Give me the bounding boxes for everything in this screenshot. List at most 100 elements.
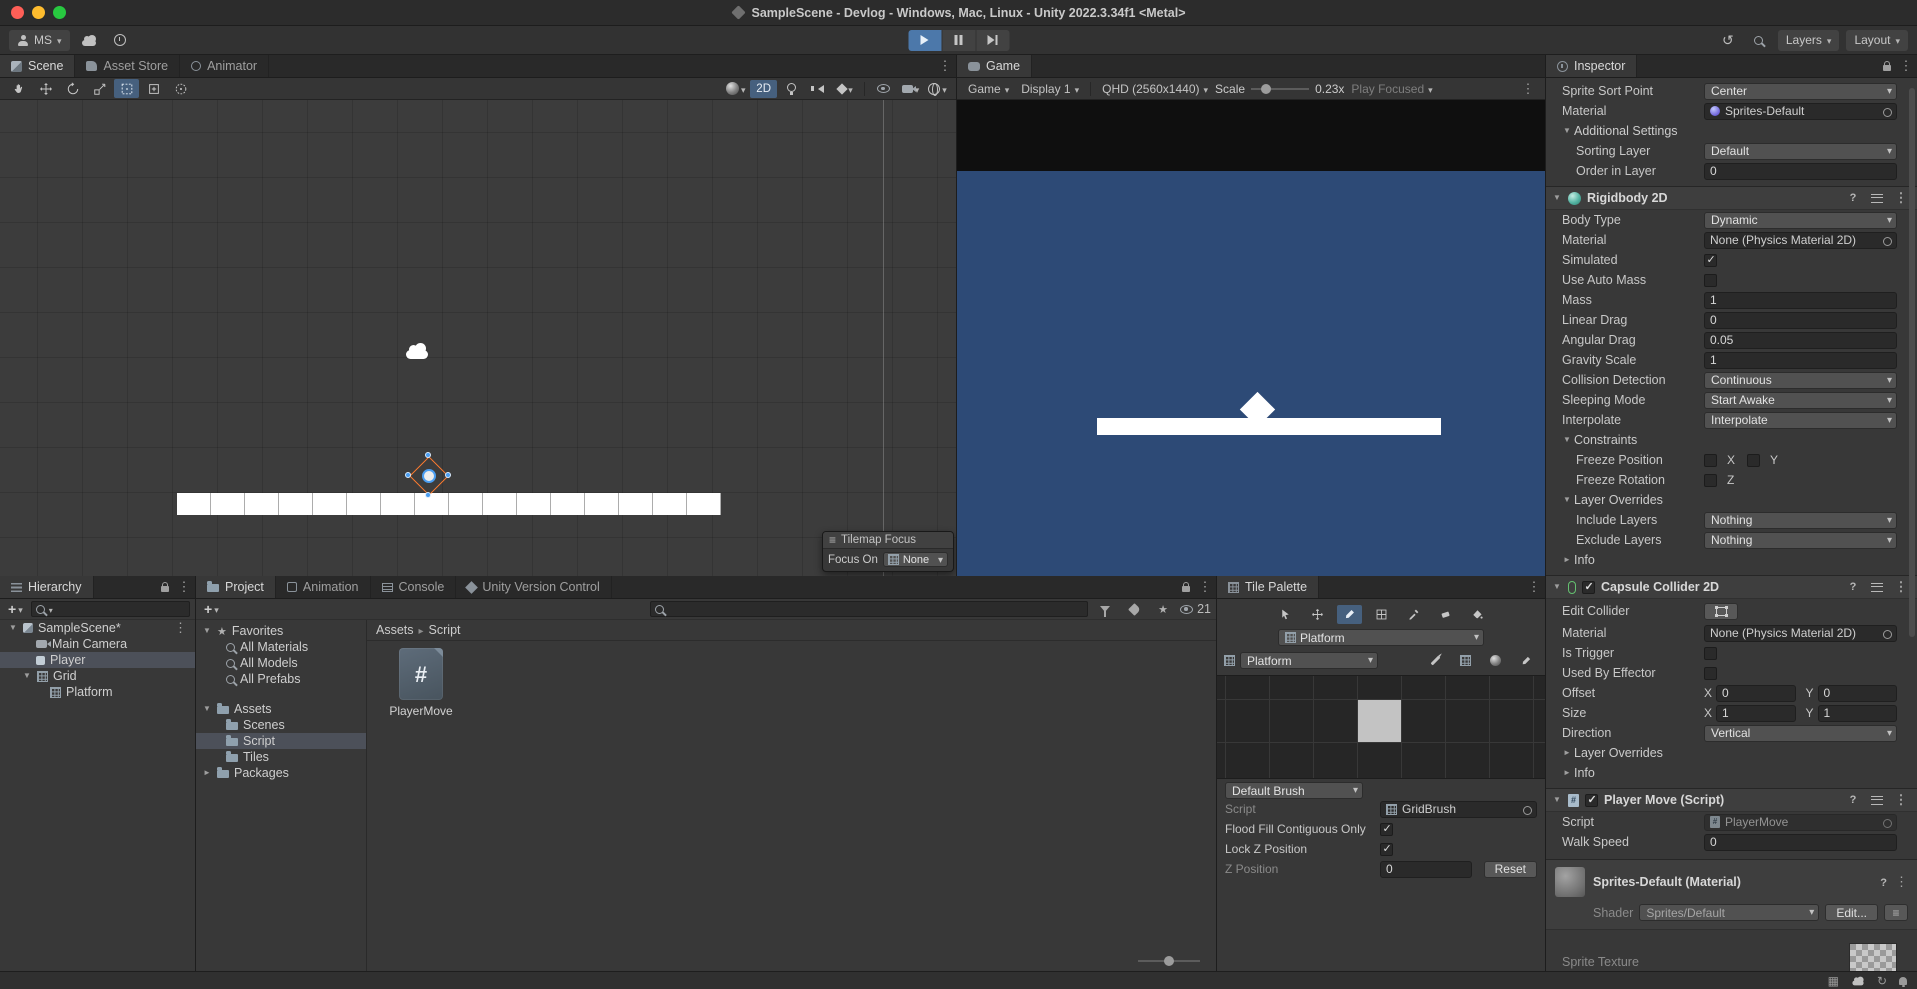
project-lock-icon[interactable]: [1178, 576, 1194, 598]
rect-handle[interactable]: [445, 472, 451, 478]
scene-audio-toggle[interactable]: [806, 79, 831, 98]
constraints-foldout[interactable]: Constraints: [1574, 433, 1637, 447]
hierarchy-panel-menu-icon[interactable]: [173, 576, 195, 598]
game-toolbar-menu-icon[interactable]: [1517, 81, 1539, 97]
asset-grid[interactable]: PlayerMove: [367, 641, 1216, 971]
project-search-input[interactable]: [650, 601, 1089, 617]
tab-asset-store[interactable]: Asset Store: [75, 55, 181, 77]
angular-drag-field[interactable]: 0.05: [1704, 331, 1897, 349]
play-focused-dropdown[interactable]: Play Focused: [1346, 80, 1437, 98]
mass-field[interactable]: 1: [1704, 291, 1897, 309]
project-all-models[interactable]: All Models: [196, 655, 366, 671]
sprite-sort-point-dropdown[interactable]: Center: [1704, 82, 1897, 100]
tab-tile-palette[interactable]: Tile Palette: [1217, 576, 1320, 598]
scale-slider[interactable]: [1251, 83, 1310, 94]
walk-speed-field[interactable]: 0: [1704, 833, 1897, 851]
close-window-button[interactable]: [11, 6, 24, 19]
layers-dropdown[interactable]: Layers: [1777, 29, 1840, 51]
foldout-icon[interactable]: [8, 624, 18, 632]
offset-x-field[interactable]: 0: [1716, 684, 1796, 702]
sr-material-object-field[interactable]: Sprites-Default: [1704, 102, 1897, 120]
rb-material-object-field[interactable]: None (Physics Material 2D): [1704, 231, 1897, 249]
cc-layer-overrides-foldout[interactable]: Layer Overrides: [1574, 746, 1663, 760]
layout-dropdown[interactable]: Layout: [1846, 29, 1908, 51]
reset-button[interactable]: Reset: [1483, 860, 1537, 878]
presets-icon[interactable]: [1868, 582, 1886, 592]
tile-box-fill-tool[interactable]: [1369, 605, 1394, 624]
additional-settings-foldout[interactable]: Additional Settings: [1574, 124, 1678, 138]
hierarchy-search-input[interactable]: [30, 601, 190, 617]
project-add-button[interactable]: [201, 601, 222, 618]
cloud-services-button[interactable]: [77, 30, 101, 51]
tab-animator[interactable]: Animator: [180, 55, 270, 77]
z-position-field[interactable]: 0: [1380, 860, 1472, 878]
undo-history-panel-button[interactable]: [1716, 30, 1740, 51]
scene-lighting-toggle[interactable]: [779, 79, 804, 98]
foldout-icon[interactable]: [202, 705, 212, 713]
gridbrush-object-field[interactable]: GridBrush: [1380, 800, 1537, 818]
is-trigger-checkbox[interactable]: [1704, 646, 1717, 660]
search-by-type-button[interactable]: [1093, 599, 1117, 620]
hierarchy-item-grid[interactable]: Grid: [0, 668, 195, 684]
help-icon[interactable]: [1844, 581, 1862, 593]
focus-on-dropdown[interactable]: None: [882, 552, 948, 567]
include-layers-dropdown[interactable]: Nothing: [1704, 511, 1897, 529]
freeze-position-y-checkbox[interactable]: [1747, 453, 1761, 467]
collision-detection-dropdown[interactable]: Continuous: [1704, 371, 1897, 389]
step-button[interactable]: [976, 29, 1009, 51]
global-search-button[interactable]: [1747, 30, 1771, 51]
body-type-dropdown[interactable]: Dynamic: [1704, 211, 1897, 229]
tab-unity-version-control[interactable]: Unity Version Control: [456, 576, 612, 598]
pause-button[interactable]: [942, 29, 975, 51]
foldout-icon[interactable]: [1562, 127, 1572, 135]
help-icon[interactable]: [1880, 875, 1887, 889]
flood-fill-checkbox[interactable]: [1380, 822, 1393, 836]
use-auto-mass-checkbox[interactable]: [1704, 273, 1717, 287]
rigidbody2d-header[interactable]: Rigidbody 2D: [1546, 186, 1917, 210]
shader-edit-button[interactable]: Edit...: [1825, 904, 1878, 921]
transform-tool[interactable]: [141, 79, 166, 98]
rb-info-foldout[interactable]: Info: [1574, 553, 1595, 567]
cc-info-foldout[interactable]: Info: [1574, 766, 1595, 780]
resolution-dropdown[interactable]: QHD (2560x1440): [1097, 80, 1213, 98]
tile-move-tool[interactable]: [1305, 605, 1330, 624]
scale-tool[interactable]: [87, 79, 112, 98]
project-scenes-folder[interactable]: Scenes: [196, 717, 366, 733]
cc-material-object-field[interactable]: None (Physics Material 2D): [1704, 624, 1897, 642]
hierarchy-item-scene[interactable]: SampleScene*: [0, 620, 195, 636]
breadcrumb-assets[interactable]: Assets: [376, 623, 414, 637]
foldout-icon[interactable]: [1562, 769, 1572, 777]
status-cloud-icon[interactable]: [1852, 976, 1864, 986]
edit-collider-button[interactable]: [1704, 602, 1738, 620]
player-move-header[interactable]: Player Move (Script): [1546, 788, 1917, 812]
platform-tile[interactable]: [1358, 700, 1401, 742]
status-cache-icon[interactable]: [1828, 974, 1839, 988]
hierarchy-lock-icon[interactable]: [157, 576, 173, 598]
simulated-checkbox[interactable]: [1704, 253, 1717, 267]
foldout-icon[interactable]: [1562, 436, 1572, 444]
tab-animation[interactable]: Animation: [276, 576, 371, 598]
custom-editor-tool[interactable]: [168, 79, 193, 98]
order-in-layer-field[interactable]: 0: [1704, 162, 1897, 180]
project-all-materials[interactable]: All Materials: [196, 639, 366, 655]
foldout-icon[interactable]: [1552, 796, 1562, 804]
palette-brush-settings[interactable]: [1513, 651, 1538, 670]
size-x-field[interactable]: 1: [1716, 704, 1796, 722]
breadcrumb-script[interactable]: Script: [429, 623, 461, 637]
tab-console[interactable]: Console: [371, 576, 457, 598]
gravity-scale-field[interactable]: 1: [1704, 351, 1897, 369]
tile-palette-grid[interactable]: [1217, 675, 1545, 779]
sprite-texture-thumbnail[interactable]: [1849, 943, 1897, 971]
tab-inspector[interactable]: Inspector: [1546, 55, 1638, 77]
material-menu-icon[interactable]: [1895, 874, 1908, 890]
tile-picker-tool[interactable]: [1401, 605, 1426, 624]
used-by-effector-checkbox[interactable]: [1704, 666, 1717, 680]
presets-icon[interactable]: [1868, 193, 1886, 203]
minimize-window-button[interactable]: [32, 6, 45, 19]
gizmos-dropdown[interactable]: [925, 79, 950, 98]
tab-scene[interactable]: Scene: [0, 55, 76, 77]
size-y-field[interactable]: 1: [1817, 704, 1897, 722]
hierarchy-item-main-camera[interactable]: Main Camera: [0, 636, 195, 652]
active-tilemap-dropdown[interactable]: Platform: [1278, 629, 1484, 646]
shader-dropdown[interactable]: Sprites/Default: [1639, 904, 1820, 921]
